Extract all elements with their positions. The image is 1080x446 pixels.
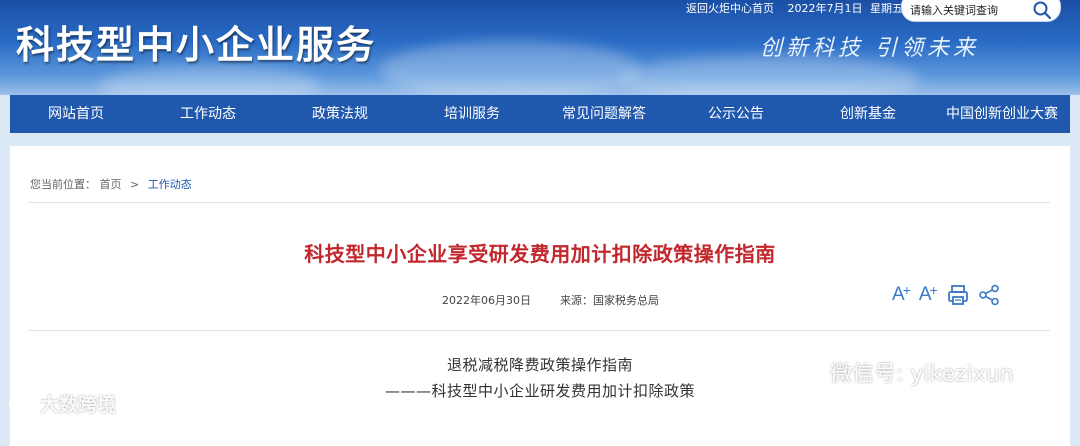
wechat-icon [785, 358, 823, 386]
print-icon[interactable] [946, 283, 970, 307]
breadcrumb: 您当前位置： 首页 > 工作动态 [30, 176, 192, 192]
top-links: 返回火炬中心首页 2022年7月1日 星期五 [686, 0, 913, 16]
font-smaller-plus-icon: + [929, 282, 938, 298]
divider [28, 330, 1050, 331]
nav-item-innovation-fund[interactable]: 创新基金 [802, 95, 934, 133]
breadcrumb-separator: > [130, 178, 140, 191]
search-box [901, 0, 1061, 22]
watermark-right-text: 微信号: yikezixun [830, 362, 1014, 387]
search-input[interactable] [910, 1, 1028, 19]
watermark-left-text: 大数跨境 [40, 394, 117, 416]
article-source: 来源：国家税务总局 [560, 294, 659, 307]
article-tools: A + A + [892, 282, 1008, 308]
header-cloud [380, 40, 640, 95]
main-nav: 网站首页 工作动态 政策法规 培训服务 常见问题解答 公示公告 创新基金 中国创… [10, 95, 1070, 133]
nav-item-home[interactable]: 网站首页 [10, 95, 142, 133]
article-title: 科技型中小企业享受研发费用加计扣除政策操作指南 [304, 242, 776, 266]
current-date: 2022年7月1日 [787, 2, 863, 15]
search-icon[interactable] [1032, 0, 1052, 20]
nav-item-work-news[interactable]: 工作动态 [142, 95, 274, 133]
breadcrumb-current[interactable]: 工作动态 [148, 178, 192, 191]
nav-item-policies[interactable]: 政策法规 [274, 95, 406, 133]
watermark-logo-icon [8, 394, 35, 412]
header-cloud [100, 65, 320, 95]
nav-item-innovation-contest[interactable]: 中国创新创业大赛 [934, 95, 1070, 133]
site-title[interactable]: 科技型中小企业服务 [16, 14, 376, 69]
current-weekday: 星期五 [870, 2, 903, 15]
back-home-link[interactable]: 返回火炬中心首页 [686, 2, 774, 15]
slogan: 创新科技 引领未来 [760, 36, 979, 61]
nav-item-announcements[interactable]: 公示公告 [670, 95, 802, 133]
content-panel: 您当前位置： 首页 > 工作动态 科技型中小企业享受研发费用加计扣除政策操作指南… [10, 146, 1070, 446]
site-header: 科技型中小企业服务 返回火炬中心首页 2022年7月1日 星期五 创新科技 引领… [0, 0, 1080, 95]
breadcrumb-prefix: 您当前位置： [30, 178, 96, 191]
watermark-left: 大数跨境 [8, 390, 116, 417]
watermark-right: 微信号: yikezixun [784, 356, 1014, 388]
nav-item-faq[interactable]: 常见问题解答 [538, 95, 670, 133]
nav-item-training[interactable]: 培训服务 [406, 95, 538, 133]
font-larger-plus-icon: + [902, 282, 911, 298]
share-icon[interactable] [978, 284, 1000, 306]
divider [28, 202, 1050, 203]
breadcrumb-home[interactable]: 首页 [100, 178, 122, 191]
article-date: 2022年06月30日 [442, 294, 531, 307]
